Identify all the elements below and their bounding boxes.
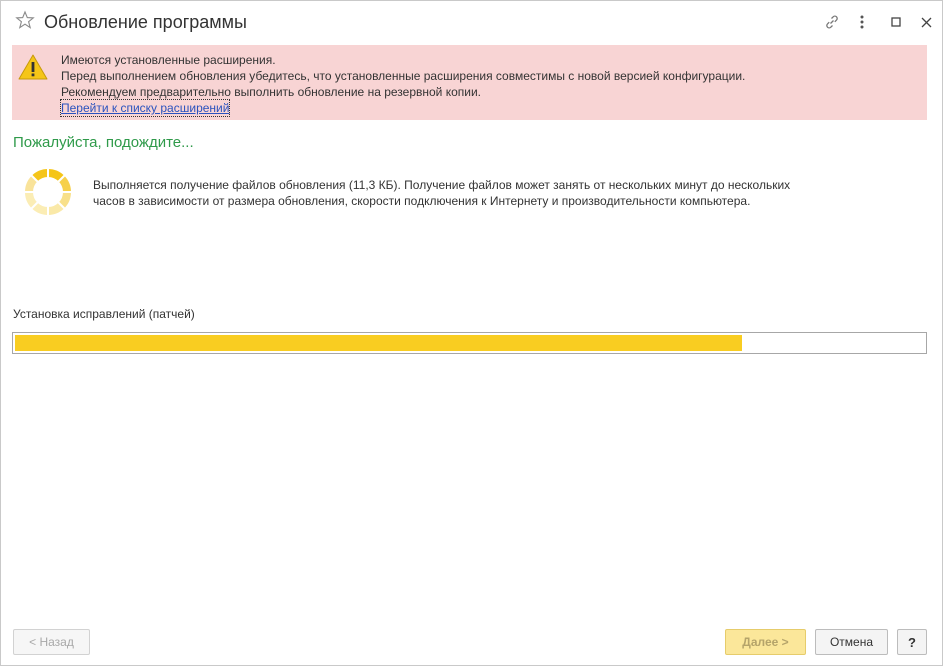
wait-title: Пожалуйста, подождите... xyxy=(13,134,194,151)
link-button[interactable] xyxy=(821,11,843,33)
cancel-button[interactable]: Отмена xyxy=(815,629,888,655)
link-icon xyxy=(826,15,838,29)
star-icon[interactable] xyxy=(15,10,35,30)
close-button[interactable] xyxy=(915,11,937,33)
title-bar: Обновление программы xyxy=(1,1,942,43)
window-title: Обновление программы xyxy=(44,12,247,32)
status-line-2: часов в зависимости от размера обновлени… xyxy=(93,194,751,208)
extensions-list-link[interactable]: Перейти к списку расширений xyxy=(59,99,231,117)
warning-line-3: Рекомендуем предварительно выполнить обн… xyxy=(61,85,482,99)
install-progress-bar xyxy=(12,332,927,354)
warning-text: Имеются установленные расширения. Перед … xyxy=(59,52,746,117)
install-progress-fill xyxy=(15,335,742,351)
next-button[interactable]: Далее > xyxy=(725,629,806,655)
warning-line-1: Имеются установленные расширения. xyxy=(61,53,276,67)
warning-line-2: Перед выполнением обновления убедитесь, … xyxy=(61,69,746,83)
status-line-1: Выполняется получение файлов обновления … xyxy=(93,178,791,192)
close-icon xyxy=(921,17,931,27)
maximize-icon xyxy=(891,17,901,27)
more-icon xyxy=(860,15,864,29)
help-button[interactable]: ? xyxy=(897,629,927,655)
more-button[interactable] xyxy=(851,11,873,33)
update-dialog: Обновление программы Имеются установленн… xyxy=(0,0,943,666)
loading-spinner-icon xyxy=(23,167,73,217)
extensions-warning: Имеются установленные расширения. Перед … xyxy=(12,45,927,120)
status-description: Выполняется получение файлов обновления … xyxy=(93,177,790,209)
maximize-button[interactable] xyxy=(885,11,907,33)
back-button[interactable]: < Назад xyxy=(13,629,90,655)
install-label: Установка исправлений (патчей) xyxy=(13,307,195,321)
warning-icon xyxy=(18,54,48,80)
